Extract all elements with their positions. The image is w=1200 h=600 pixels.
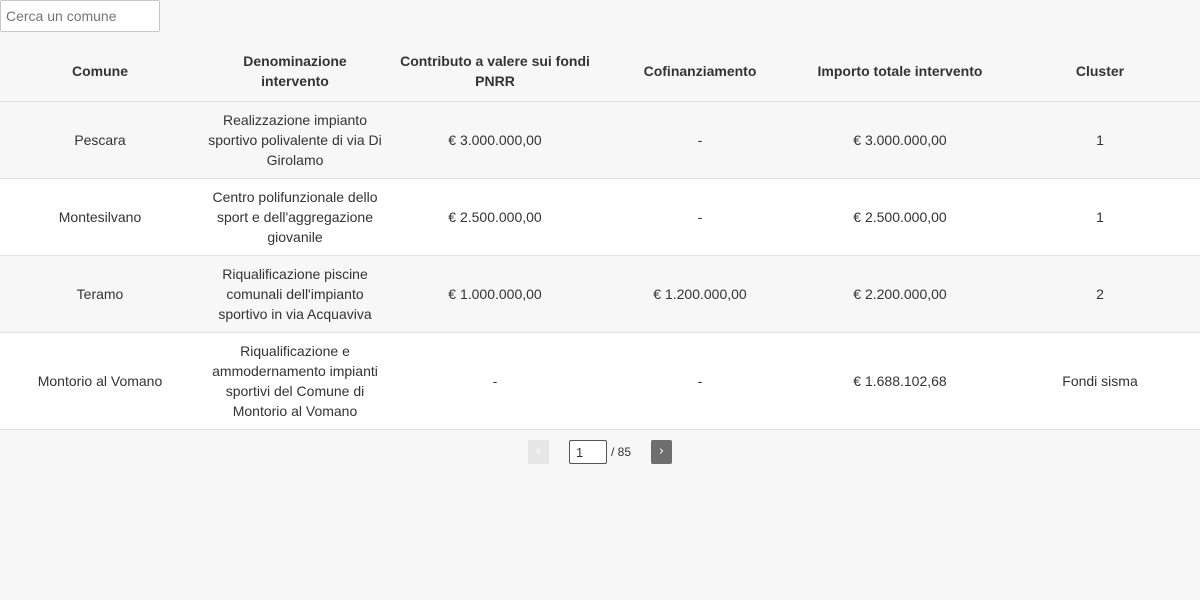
- column-header-importo[interactable]: Importo totale intervento: [800, 42, 1000, 102]
- search-input[interactable]: [0, 0, 160, 32]
- cell-denominazione: Riqualificazione e ammodernamento impian…: [200, 332, 390, 430]
- page-number-input[interactable]: [568, 440, 607, 464]
- table-row: Montesilvano Centro polifunzionale dello…: [0, 178, 1200, 256]
- table-row: Montorio al Vomano Riqualificazione e am…: [0, 332, 1200, 430]
- cell-cofinanziamento: -: [600, 178, 800, 256]
- cell-cluster: Fondi sisma: [1000, 332, 1200, 430]
- cell-denominazione: Realizzazione impianto sportivo polivale…: [200, 101, 390, 179]
- cell-cluster: 1: [1000, 178, 1200, 256]
- column-header-cluster[interactable]: Cluster: [1000, 42, 1200, 102]
- cell-cofinanziamento: € 1.200.000,00: [600, 255, 800, 333]
- next-page-button[interactable]: ›: [651, 440, 672, 464]
- pagination-controls: ‹ / 85 ›: [527, 440, 672, 464]
- table-row: Pescara Realizzazione impianto sportivo …: [0, 101, 1200, 179]
- cell-importo: € 2.500.000,00: [800, 178, 1000, 256]
- cell-contributo: € 3.000.000,00: [390, 101, 600, 179]
- page-total-label: / 85: [610, 445, 631, 459]
- column-header-comune[interactable]: Comune: [0, 42, 200, 102]
- column-header-cofinanziamento[interactable]: Cofinanziamento: [600, 42, 800, 102]
- cell-cluster: 1: [1000, 101, 1200, 179]
- search-area: [0, 0, 160, 32]
- cell-comune: Teramo: [0, 255, 200, 333]
- pagination: ‹ / 85 ›: [0, 440, 1200, 464]
- cell-importo: € 1.688.102,68: [800, 332, 1000, 430]
- interventions-table-container: Comune Denominazione intervento Contribu…: [0, 42, 1200, 430]
- cell-cluster: 2: [1000, 255, 1200, 333]
- cell-contributo: -: [390, 332, 600, 430]
- column-header-contributo[interactable]: Contributo a valere sui fondi PNRR: [390, 42, 600, 102]
- cell-cofinanziamento: -: [600, 332, 800, 430]
- cell-comune: Montorio al Vomano: [0, 332, 200, 430]
- cell-contributo: € 1.000.000,00: [390, 255, 600, 333]
- previous-page-button[interactable]: ‹: [527, 440, 549, 464]
- cell-denominazione: Riqualificazione piscine comunali dell'i…: [200, 255, 390, 333]
- cell-denominazione: Centro polifunzionale dello sport e dell…: [200, 178, 390, 256]
- cell-comune: Pescara: [0, 101, 200, 179]
- cell-importo: € 2.200.000,00: [800, 255, 1000, 333]
- table-row: Teramo Riqualificazione piscine comunali…: [0, 255, 1200, 333]
- table-header-row: Comune Denominazione intervento Contribu…: [0, 42, 1200, 102]
- cell-cofinanziamento: -: [600, 101, 800, 179]
- interventions-table: Comune Denominazione intervento Contribu…: [0, 42, 1200, 430]
- cell-contributo: € 2.500.000,00: [390, 178, 600, 256]
- column-header-denominazione[interactable]: Denominazione intervento: [200, 42, 390, 102]
- cell-comune: Montesilvano: [0, 178, 200, 256]
- cell-importo: € 3.000.000,00: [800, 101, 1000, 179]
